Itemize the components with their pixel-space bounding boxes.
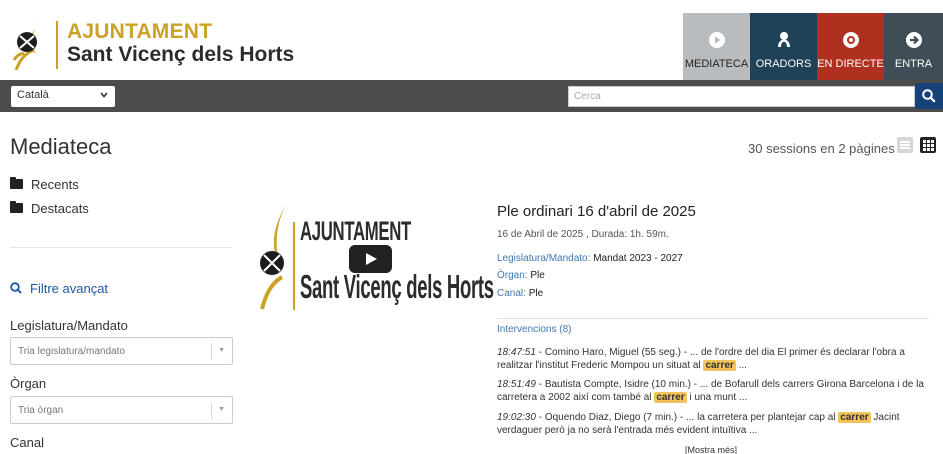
search-icon xyxy=(922,89,936,103)
intervention-item[interactable]: 18:51:49 - Bautista Compte, Isidre (10 m… xyxy=(497,378,937,404)
session-legislatura: Legislatura/Mandato: Mandat 2023 - 2027 xyxy=(497,253,683,264)
search-term-highlight: carrer xyxy=(654,392,687,403)
intervention-text-end: i una munt ... xyxy=(686,392,748,403)
en-directe-label: EN DIRECTE xyxy=(817,58,884,70)
organ-value: Ple xyxy=(530,270,545,281)
folder-icon xyxy=(10,177,23,189)
thumbnail-divider xyxy=(293,222,295,310)
page-title: Mediateca xyxy=(10,134,112,159)
search-button[interactable] xyxy=(915,83,943,109)
search-icon xyxy=(10,282,22,294)
canal-value: Ple xyxy=(528,288,544,299)
filter-label-canal: Canal xyxy=(10,435,44,450)
chevron-down-icon xyxy=(100,92,108,98)
brand-line-1: AJUNTAMENT xyxy=(67,20,213,43)
thumbnail-line-2: Sant Vicenç dels Horts xyxy=(300,268,494,305)
intervention-item[interactable]: 18:47:51 - Comino Haro, Miguel (55 seg.)… xyxy=(497,346,937,372)
filter-label-legislatura: Legislatura/Mandato xyxy=(10,318,128,333)
intervention-time[interactable]: 19:02:30 xyxy=(497,412,536,423)
en-directe-button[interactable]: EN DIRECTE xyxy=(817,13,884,80)
folder-icon xyxy=(10,201,23,213)
folder-label: Destacats xyxy=(31,201,89,216)
eye-icon xyxy=(842,32,859,48)
advanced-filter-label: Filtre avançat xyxy=(30,281,109,296)
search-input[interactable]: Cerca xyxy=(568,86,915,107)
play-circle-icon xyxy=(708,32,725,48)
search-term-highlight: carrer xyxy=(703,360,736,371)
details-divider xyxy=(497,318,929,319)
search-term-highlight: carrer xyxy=(838,412,871,423)
mediateca-label: MEDIATECA xyxy=(684,58,749,70)
canal-key: Canal: xyxy=(497,288,526,299)
intervention-text-end: ... xyxy=(735,360,747,371)
brand-name[interactable]: AJUNTAMENT Sant Vicenç dels Horts xyxy=(56,21,294,69)
session-title[interactable]: Ple ordinari 16 d'abril de 2025 xyxy=(497,203,696,220)
results-count: 30 sessions en 2 pàgines xyxy=(748,141,895,156)
entra-button[interactable]: ENTRA xyxy=(884,13,943,80)
site-header: AJUNTAMENT Sant Vicenç dels Horts MEDIAT… xyxy=(0,0,943,80)
grid-view-icon[interactable] xyxy=(920,137,936,153)
intervention-time[interactable]: 18:51:49 xyxy=(497,379,536,390)
legislatura-key: Legislatura/Mandato: xyxy=(497,253,591,264)
folder-destacats[interactable]: Destacats xyxy=(10,201,89,216)
intervention-text: - Oquendo Diaz, Diego (7 min.) - ... la … xyxy=(535,412,839,423)
organ-placeholder: Tria òrgan xyxy=(18,405,64,416)
language-select[interactable]: Català xyxy=(11,86,115,107)
filter-label-organ: Òrgan xyxy=(10,376,47,391)
chevron-down-icon: ▼ xyxy=(218,406,225,413)
legislatura-value: Mandat 2023 - 2027 xyxy=(593,253,683,264)
select-separator xyxy=(211,402,212,419)
play-button[interactable] xyxy=(349,245,392,273)
legislatura-select[interactable]: Tria legislatura/mandato ▼ xyxy=(10,337,233,365)
mediateca-button[interactable]: MEDIATECA xyxy=(683,13,750,80)
folder-recents[interactable]: Recents xyxy=(10,177,79,192)
organ-select[interactable]: Tria òrgan ▼ xyxy=(10,396,233,424)
entra-label: ENTRA xyxy=(894,58,933,70)
thumbnail-line-1: AJUNTAMENT xyxy=(300,216,411,246)
session-meta: 16 de Abril de 2025 , Durada: 1h. 59m. xyxy=(497,229,669,240)
town-logo-icon[interactable] xyxy=(10,20,48,72)
session-canal: Canal: Ple xyxy=(497,288,543,299)
login-arrow-icon xyxy=(905,32,922,48)
speaker-icon xyxy=(777,32,790,47)
oradors-button[interactable]: ORADORS xyxy=(750,13,817,80)
sidebar-divider xyxy=(10,247,232,248)
search-placeholder: Cerca xyxy=(574,91,601,102)
brand-line-2: Sant Vicenç dels Horts xyxy=(67,43,295,66)
intervention-item[interactable]: 19:02:30 - Oquendo Diaz, Diego (7 min.) … xyxy=(497,411,937,437)
legislatura-placeholder: Tria legislatura/mandato xyxy=(18,346,125,357)
thumbnail-logo-icon xyxy=(260,205,286,310)
chevron-down-icon: ▼ xyxy=(218,347,225,354)
advanced-filter-link[interactable]: Filtre avançat xyxy=(10,281,108,296)
folder-label: Recents xyxy=(31,177,79,192)
intervention-time[interactable]: 18:47:51 xyxy=(497,347,536,358)
organ-key: Òrgan: xyxy=(497,270,528,281)
language-value: Català xyxy=(17,89,49,101)
show-more-link[interactable]: [Mostra més] xyxy=(685,445,737,454)
oradors-label: ORADORS xyxy=(755,58,812,70)
select-separator xyxy=(211,343,212,360)
intervention-text: - Comino Haro, Miguel (55 seg.) - ... de… xyxy=(497,347,905,371)
list-view-icon[interactable] xyxy=(897,137,913,153)
session-organ: Òrgan: Ple xyxy=(497,270,545,281)
interventions-link[interactable]: Intervencions (8) xyxy=(497,324,571,335)
